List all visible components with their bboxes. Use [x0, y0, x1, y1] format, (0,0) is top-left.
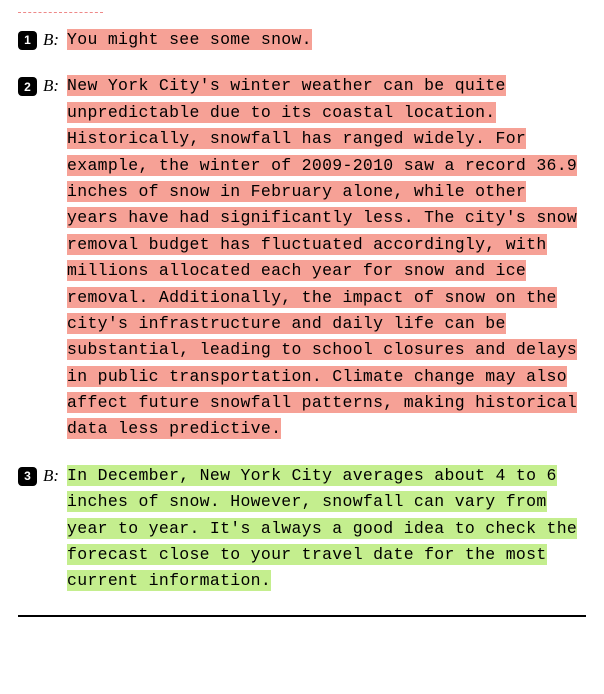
response-item: 1 B: You might see some snow. [18, 27, 586, 53]
speaker-label: B: [43, 73, 59, 99]
response-text: In December, New York City averages abou… [67, 463, 586, 595]
bottom-divider [18, 615, 586, 617]
response-item: 2 B: New York City's winter weather can … [18, 73, 586, 442]
speaker-label: B: [43, 463, 59, 489]
item-number-badge: 1 [18, 31, 37, 50]
item-number-badge: 2 [18, 77, 37, 96]
highlight-positive: In December, New York City averages abou… [67, 465, 577, 592]
speaker-label: B: [43, 27, 59, 53]
highlight-negative: New York City's winter weather can be qu… [67, 75, 577, 439]
response-item: 3 B: In December, New York City averages… [18, 463, 586, 595]
response-text: New York City's winter weather can be qu… [67, 73, 586, 442]
highlight-negative: You might see some snow. [67, 29, 312, 50]
top-divider [18, 12, 103, 13]
response-text: You might see some snow. [67, 27, 586, 53]
item-number-badge: 3 [18, 467, 37, 486]
